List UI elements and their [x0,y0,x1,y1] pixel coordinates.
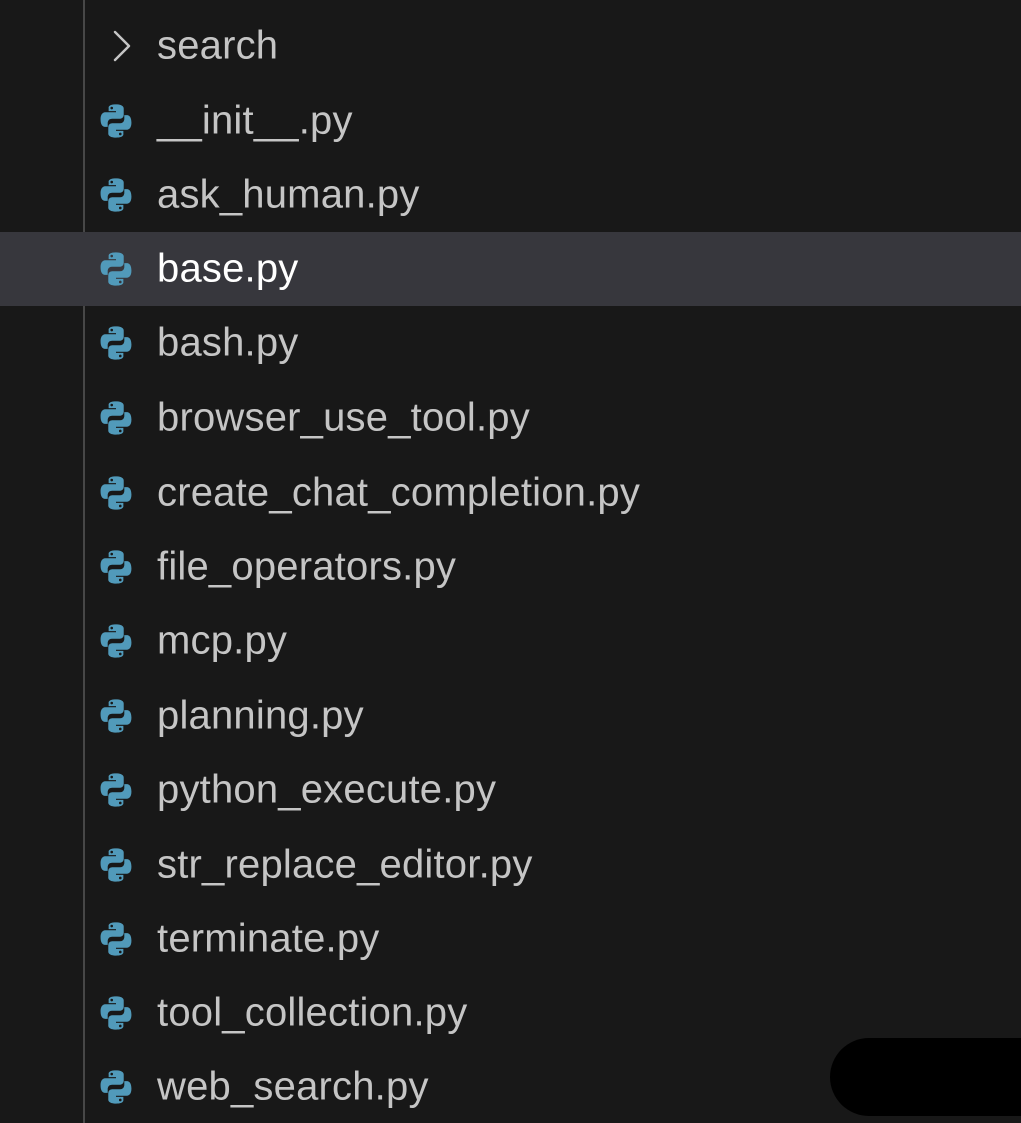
file-row-mcp[interactable]: mcp.py [0,604,1021,678]
python-icon [100,624,132,658]
file-row-create-chat-completion[interactable]: create_chat_completion.py [0,456,1021,530]
file-label: ask_human.py [157,172,420,217]
file-row-python-execute[interactable]: python_execute.py [0,753,1021,827]
python-icon [100,1070,132,1104]
redaction-overlay [830,1038,1021,1116]
file-label: mcp.py [157,618,288,663]
python-icon [100,104,132,138]
file-row-browser-use-tool[interactable]: browser_use_tool.py [0,381,1021,455]
file-row-init[interactable]: __init__.py [0,84,1021,158]
file-explorer: search __init__.py ask_human.py base.py … [0,0,1021,1123]
python-icon [100,922,132,956]
file-label: tool_collection.py [157,990,468,1035]
python-icon [100,848,132,882]
python-icon [100,699,132,733]
file-label: planning.py [157,693,364,738]
file-row-ask-human[interactable]: ask_human.py [0,158,1021,232]
python-icon [100,476,132,510]
file-label: python_execute.py [157,767,497,812]
chevron-right-icon[interactable] [108,29,134,63]
python-icon [100,401,132,435]
file-label: create_chat_completion.py [157,470,641,515]
file-row-base[interactable]: base.py [0,232,1021,306]
file-label: file_operators.py [157,544,457,589]
python-icon [100,326,132,360]
python-icon [100,550,132,584]
file-row-str-replace-editor[interactable]: str_replace_editor.py [0,828,1021,902]
folder-row-search[interactable]: search [0,9,1021,83]
file-row-bash[interactable]: bash.py [0,306,1021,380]
python-icon [100,178,132,212]
file-label: web_search.py [157,1064,429,1109]
python-icon [100,996,132,1030]
file-label: terminate.py [157,916,380,961]
file-label: __init__.py [157,98,353,143]
file-row-planning[interactable]: planning.py [0,679,1021,753]
python-icon [100,252,132,286]
file-label: base.py [157,246,299,291]
python-icon [100,773,132,807]
file-row-file-operators[interactable]: file_operators.py [0,530,1021,604]
file-label: str_replace_editor.py [157,842,533,887]
file-label: browser_use_tool.py [157,395,530,440]
folder-label: search [157,23,279,68]
file-label: bash.py [157,320,299,365]
file-row-terminate[interactable]: terminate.py [0,902,1021,976]
